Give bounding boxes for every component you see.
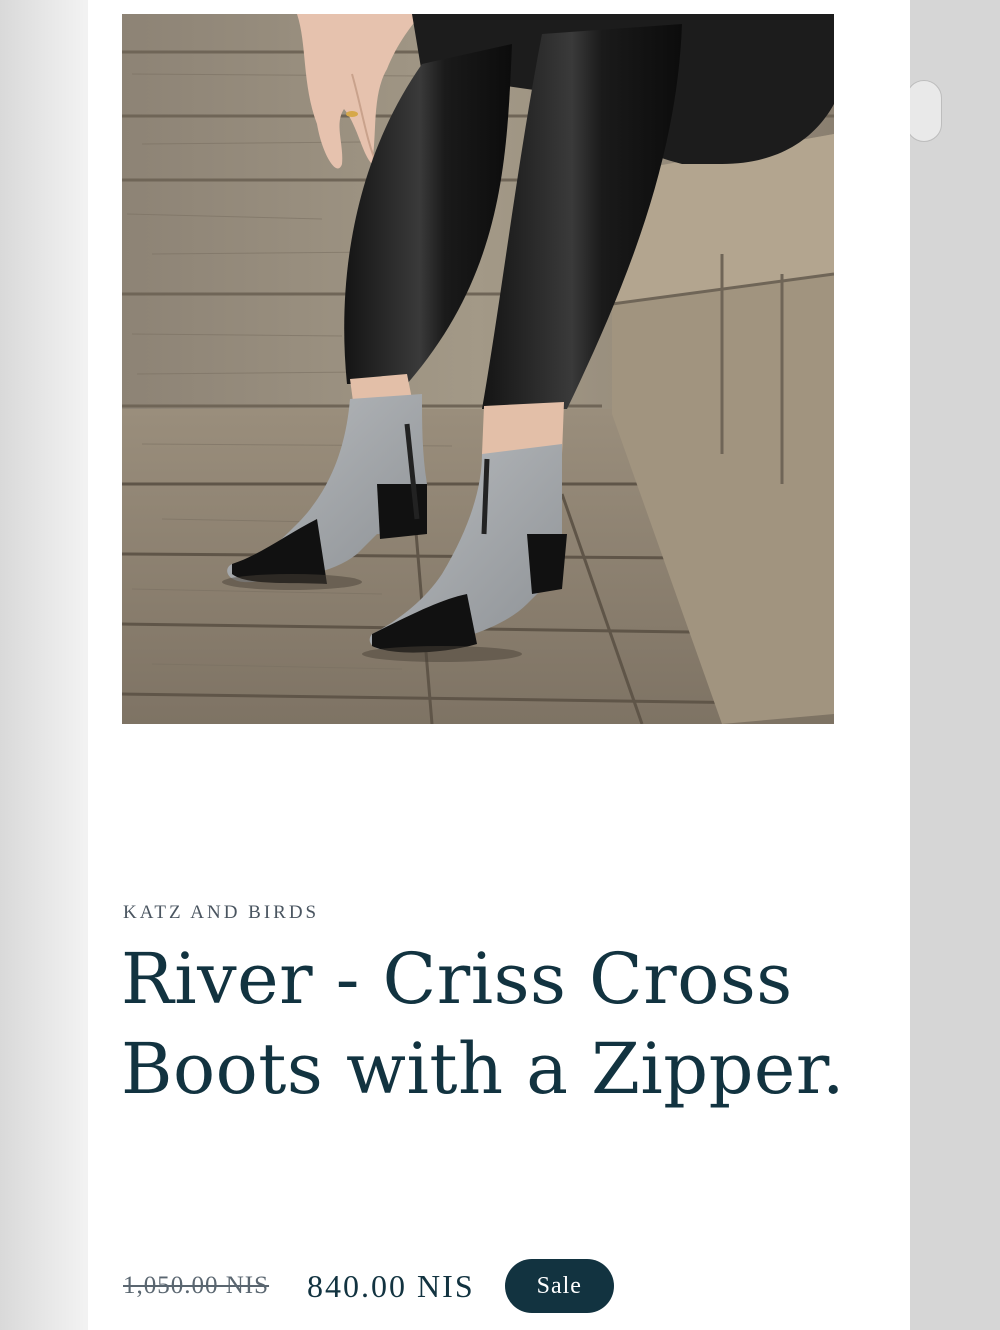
product-page: KATZ AND BIRDS River - Criss Cross Boots…: [88, 0, 910, 1330]
product-photo: [122, 14, 834, 724]
product-vendor: KATZ AND BIRDS: [123, 902, 320, 923]
product-image[interactable]: [122, 14, 834, 724]
price-row: 1,050.00 NIS 840.00 NIS Sale: [123, 1258, 614, 1314]
panel-edge-control: [906, 80, 942, 142]
product-title: River - Criss Cross Boots with a Zipper.: [121, 938, 845, 1110]
compare-at-price: 1,050.00 NIS: [123, 1272, 270, 1299]
adjacent-panel: [906, 0, 1000, 1330]
sale-badge: Sale: [504, 1259, 614, 1313]
sale-price: 840.00 NIS: [307, 1267, 475, 1304]
